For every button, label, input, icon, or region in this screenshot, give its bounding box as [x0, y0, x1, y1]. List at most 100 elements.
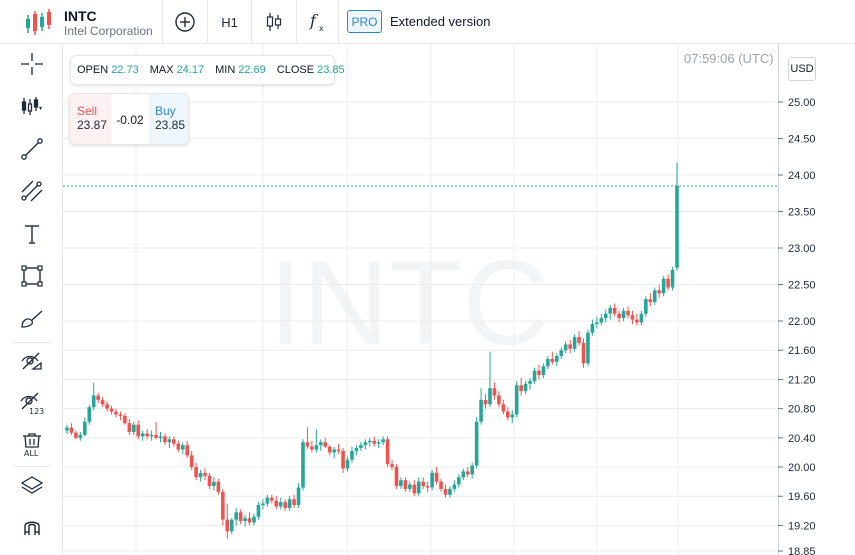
candles-icon	[266, 13, 282, 31]
candle-body	[416, 481, 421, 494]
fibonacci-icon	[21, 180, 43, 202]
candle-body	[608, 307, 613, 314]
candle-body	[256, 505, 261, 517]
brush-icon	[21, 310, 43, 328]
server-time: 07:59:06 (UTC)	[684, 51, 774, 66]
candle-body	[639, 313, 644, 323]
candle-body	[550, 358, 555, 362]
candle-body	[541, 366, 546, 376]
function-icon: f x	[309, 11, 324, 33]
candle-body	[158, 436, 163, 438]
max-value: 24.17	[176, 64, 205, 76]
crosshair-tool[interactable]	[14, 46, 50, 82]
trendline-icon	[21, 138, 43, 160]
candle-body	[270, 497, 274, 501]
delete-all-tool[interactable]: ALL	[14, 427, 50, 463]
candle-body	[359, 445, 363, 449]
open-label: OPEN	[77, 64, 109, 76]
candle-body	[488, 388, 492, 405]
delete-all-label: ALL	[24, 449, 39, 458]
axis-tick-label: 19.20	[788, 520, 816, 532]
symbol-ticker[interactable]: INTC	[64, 8, 97, 24]
candle-body	[118, 414, 123, 416]
hide-indicators-tool[interactable]: 123	[14, 385, 50, 421]
hide-drawings-icon	[21, 352, 42, 370]
candle-body	[510, 414, 515, 418]
buy-button[interactable]: Buy 23.85	[149, 94, 188, 144]
chart-type-tool[interactable]	[14, 88, 50, 124]
add-symbol-button[interactable]	[162, 0, 207, 44]
candle-body	[247, 518, 252, 523]
brush-tool[interactable]	[14, 301, 50, 337]
indicators-button[interactable]: f x	[296, 0, 339, 44]
candle-body	[546, 358, 550, 367]
candle-body	[345, 459, 350, 469]
fibonacci-tool[interactable]	[14, 173, 50, 209]
axis-tick-label: 21.20	[788, 374, 816, 386]
candle-body	[652, 290, 657, 303]
currency-button[interactable]: USD	[788, 57, 816, 81]
candle-body	[497, 395, 501, 405]
sidebar-divider	[14, 466, 50, 467]
magnet-tool[interactable]	[14, 510, 50, 546]
rectangle-icon	[21, 265, 43, 287]
candle-body	[189, 455, 194, 468]
candle-body	[430, 472, 434, 488]
sell-label: Sell	[77, 104, 98, 118]
candle-body	[590, 323, 595, 333]
axis-tick-label: 20.80	[788, 404, 816, 416]
min-value: 22.69	[238, 64, 266, 76]
axis-tick-label: 24.00	[788, 170, 816, 182]
sell-button[interactable]: Sell 23.87	[70, 94, 111, 144]
max-label: MAX	[149, 64, 174, 76]
chart-style-button[interactable]	[251, 0, 296, 44]
candle-body	[461, 471, 466, 478]
candle-body	[457, 477, 461, 485]
candle-body	[452, 484, 457, 489]
company-name: Intel Corporation	[64, 24, 153, 38]
candle-body	[296, 487, 301, 506]
candle-body	[274, 500, 279, 507]
candle-body	[408, 484, 412, 489]
rectangle-tool[interactable]	[14, 258, 50, 294]
buy-label: Buy	[155, 104, 176, 118]
candle-body	[65, 427, 69, 431]
indicators-badge: 123	[29, 407, 44, 416]
axis-tick-label: 18.85	[788, 546, 816, 555]
candle-body	[666, 278, 670, 288]
candle-body	[136, 424, 141, 437]
candle-body	[595, 322, 599, 324]
ohlc-panel: OPEN 22.73 MAX 24.17 MIN 22.69 CLOSE 23.…	[70, 55, 345, 85]
candle-body	[506, 411, 510, 418]
svg-text:x: x	[319, 24, 324, 33]
candle-body	[501, 404, 506, 412]
layers-tool[interactable]	[14, 468, 50, 504]
price-axis[interactable]: 25.00 24.50 24.00 23.50 23.00 22.50 22.00 21.60…	[778, 44, 816, 555]
candle-body	[399, 480, 403, 487]
plus-circle-icon	[175, 12, 195, 32]
candle-body	[394, 467, 399, 487]
candle-body	[390, 464, 394, 468]
layers-icon	[20, 476, 44, 494]
candle-body	[292, 499, 296, 506]
candle-body	[327, 446, 332, 453]
candle-body	[648, 299, 653, 303]
pro-badge[interactable]: PRO	[347, 10, 382, 33]
candle-body	[145, 433, 149, 437]
candle-body	[586, 332, 590, 364]
hide-drawings-tool[interactable]	[14, 343, 50, 379]
candle-body	[479, 399, 483, 422]
close-value: 23.85	[317, 64, 345, 76]
timeframe-button[interactable]: H1	[207, 0, 251, 44]
svg-text:f: f	[309, 11, 319, 30]
extended-version-link[interactable]: Extended version	[390, 14, 490, 29]
candle-body	[443, 488, 448, 495]
open-value: 22.73	[111, 64, 139, 76]
text-tool[interactable]	[14, 216, 50, 252]
axis-tick-label: 19.60	[788, 491, 816, 503]
trendline-tool[interactable]	[14, 131, 50, 167]
candle-body	[74, 432, 78, 438]
candle-body	[221, 491, 225, 520]
candle-body	[603, 313, 608, 319]
candle-body	[91, 395, 96, 408]
